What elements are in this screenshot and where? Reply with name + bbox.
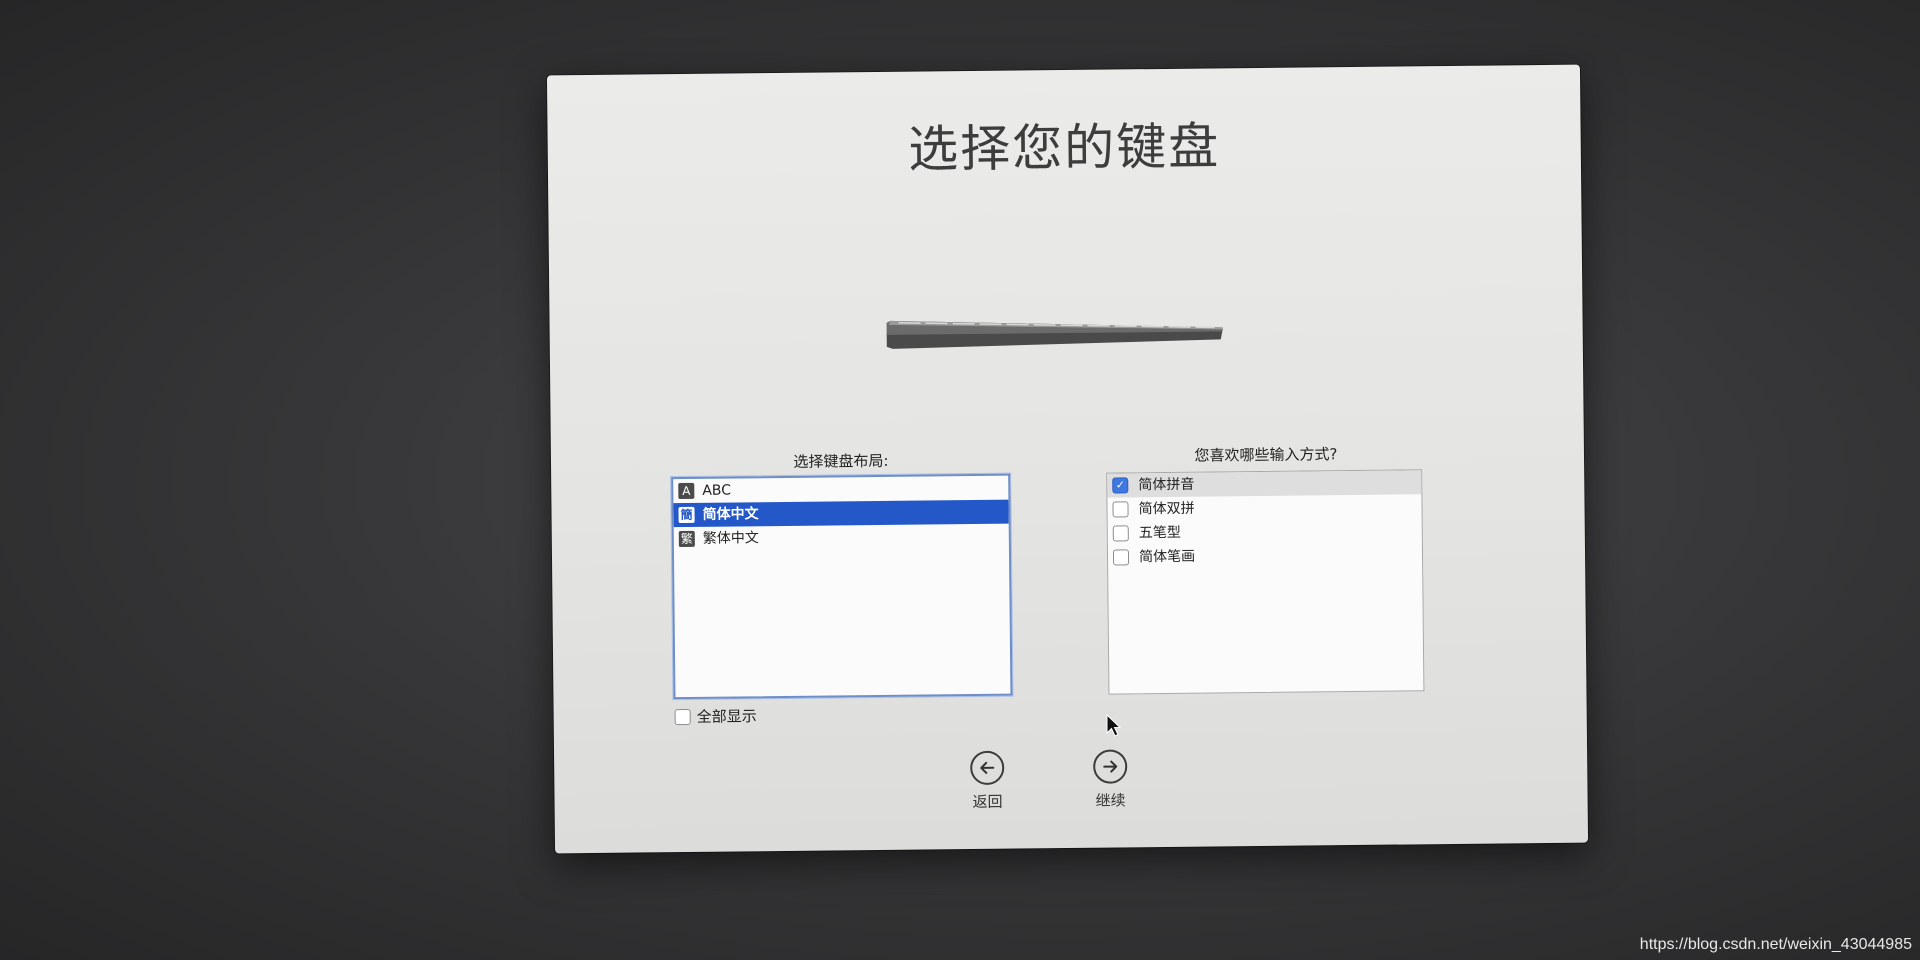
layout-item-simplified-chinese[interactable]: 簡 简体中文 <box>673 499 1009 528</box>
back-button[interactable]: 返回 <box>957 750 1018 813</box>
layout-list-label: 选择键盘布局: <box>793 451 889 471</box>
keyboard-illustration <box>886 320 1223 349</box>
input-method-list-label: 您喜欢哪些输入方式? <box>1194 445 1338 465</box>
checkbox-icon[interactable] <box>1112 501 1129 518</box>
layout-item-label: 简体中文 <box>702 506 759 523</box>
back-label: 返回 <box>972 792 1003 812</box>
traditional-chinese-layout-icon: 繁 <box>678 530 695 548</box>
input-method-item-pinyin[interactable]: ✓ 简体拼音 <box>1107 470 1422 498</box>
show-all-label: 全部显示 <box>696 707 757 726</box>
page-title: 选择您的键盘 <box>907 117 1221 179</box>
continue-button[interactable]: 继续 <box>1080 749 1141 811</box>
show-all-checkbox[interactable] <box>674 708 691 725</box>
input-method-item-shuangpin[interactable]: 简体双拼 <box>1107 494 1421 521</box>
watermark-url: https://blog.csdn.net/weixin_43044985 <box>1639 936 1912 953</box>
arrow-left-icon[interactable] <box>970 750 1005 786</box>
input-method-label: 简体笔画 <box>1138 548 1196 566</box>
layout-item-label: 繁体中文 <box>702 530 759 547</box>
checkbox-icon[interactable] <box>1112 549 1130 566</box>
layout-item-label: ABC <box>702 482 732 499</box>
continue-label: 继续 <box>1095 791 1126 810</box>
layout-item-abc[interactable]: A ABC <box>673 476 1008 504</box>
keyboard-layout-list[interactable]: A ABC 簡 简体中文 繁 繁体中文 <box>671 473 1013 700</box>
input-method-label: 简体双拼 <box>1138 500 1195 518</box>
checkbox-checked-icon[interactable]: ✓ <box>1112 477 1129 494</box>
mouse-pointer-icon <box>1106 714 1122 737</box>
layout-item-traditional-chinese[interactable]: 繁 繁体中文 <box>674 524 1009 552</box>
setup-assistant-window: 选择您的键盘 选择键盘布局: A ABC 簡 简体中文 繁 繁体中文 您喜欢哪些… <box>546 64 1589 854</box>
simplified-chinese-layout-icon: 簡 <box>678 506 695 524</box>
show-all-option[interactable]: 全部显示 <box>674 705 757 727</box>
input-method-label: 简体拼音 <box>1138 476 1195 494</box>
input-method-list[interactable]: ✓ 简体拼音 简体双拼 五笔型 简体笔画 <box>1106 469 1425 695</box>
input-method-label: 五笔型 <box>1138 524 1181 542</box>
input-method-item-wubi[interactable]: 五笔型 <box>1108 518 1422 545</box>
abc-layout-icon: A <box>678 482 695 500</box>
arrow-right-icon[interactable] <box>1093 749 1128 784</box>
input-method-item-stroke[interactable]: 简体笔画 <box>1108 542 1422 569</box>
checkbox-icon[interactable] <box>1112 525 1129 542</box>
